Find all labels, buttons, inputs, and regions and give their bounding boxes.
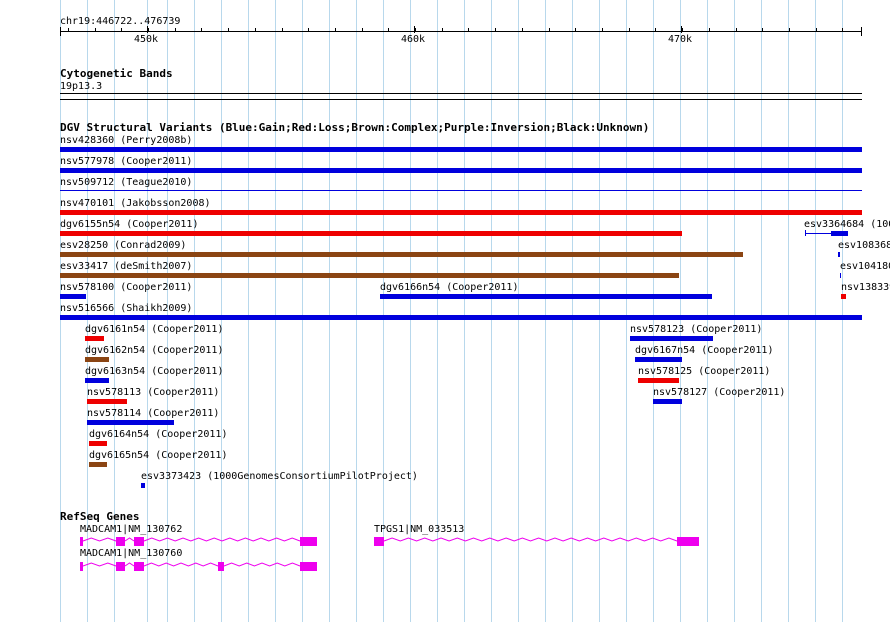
- position-label: chr19:446722..476739: [60, 16, 181, 27]
- variant-bar[interactable]: [89, 441, 107, 446]
- variant-label[interactable]: nsv516566 (Shaikh2009): [60, 303, 192, 314]
- gene-exon[interactable]: [374, 537, 384, 546]
- variant-label[interactable]: nsv578113 (Cooper2011): [87, 387, 219, 398]
- gene-exon[interactable]: [80, 537, 83, 546]
- variant-label[interactable]: nsv578125 (Cooper2011): [638, 366, 770, 377]
- variant-bar[interactable]: [60, 147, 862, 152]
- variant-bar[interactable]: [85, 357, 109, 362]
- gene-intron: [82, 562, 117, 567]
- variant-bar[interactable]: [638, 378, 679, 383]
- dgv-track-title[interactable]: DGV Structural Variants (Blue:Gain;Red:L…: [60, 122, 649, 134]
- variant-label[interactable]: dgv6155n54 (Cooper2011): [60, 219, 198, 230]
- variant-label[interactable]: nsv470101 (Jakobsson2008): [60, 198, 211, 209]
- gene-exon[interactable]: [300, 562, 317, 571]
- variant-label[interactable]: esv3373423 (1000GenomesConsortiumPilotPr…: [141, 471, 418, 482]
- ruler-tick-label: 470k: [668, 34, 693, 45]
- variant-bar[interactable]: [653, 399, 682, 404]
- variant-label[interactable]: nsv138339: [841, 282, 890, 293]
- ruler-tick-label: 450k: [134, 34, 159, 45]
- gene-exon[interactable]: [134, 537, 144, 546]
- variant-bar[interactable]: [630, 336, 713, 341]
- variant-bar[interactable]: [89, 462, 107, 467]
- variant-bar[interactable]: [635, 357, 682, 362]
- variant-label[interactable]: nsv578127 (Cooper2011): [653, 387, 785, 398]
- gene-exon[interactable]: [116, 562, 125, 571]
- gene-intron: [383, 537, 678, 542]
- variant-label[interactable]: nsv578100 (Cooper2011): [60, 282, 192, 293]
- gene-exon[interactable]: [134, 562, 144, 571]
- gene-exon[interactable]: [218, 562, 224, 571]
- cytoband-label[interactable]: 19p13.3: [60, 81, 102, 92]
- variant-bar[interactable]: [841, 294, 846, 299]
- variant-bar[interactable]: [60, 273, 679, 278]
- gene-exon[interactable]: [677, 537, 699, 546]
- variant-bar[interactable]: [85, 378, 109, 383]
- gene-intron: [143, 562, 219, 567]
- variant-label[interactable]: dgv6167n54 (Cooper2011): [635, 345, 773, 356]
- variant-label[interactable]: dgv6161n54 (Cooper2011): [85, 324, 223, 335]
- gene-exon[interactable]: [116, 537, 125, 546]
- variant-label[interactable]: nsv578123 (Cooper2011): [630, 324, 762, 335]
- variant-bar[interactable]: [380, 294, 712, 299]
- variant-bar[interactable]: [831, 231, 848, 236]
- gene-label[interactable]: MADCAM1|NM_130760: [80, 548, 182, 559]
- gene-intron: [124, 537, 135, 542]
- variant-label[interactable]: esv3364684 (100: [804, 219, 890, 230]
- refseq-track-title[interactable]: RefSeq Genes: [60, 511, 139, 523]
- variant-bar[interactable]: [838, 252, 840, 257]
- variant-bar[interactable]: [60, 210, 862, 215]
- gene-label[interactable]: MADCAM1|NM_130762: [80, 524, 182, 535]
- variant-bar[interactable]: [840, 273, 841, 278]
- variant-bar[interactable]: [60, 252, 743, 257]
- variant-bar[interactable]: [60, 231, 682, 236]
- variant-bar[interactable]: [85, 336, 104, 341]
- variant-label[interactable]: esv104180: [840, 261, 890, 272]
- variant-label[interactable]: esv28250 (Conrad2009): [60, 240, 186, 251]
- variant-bar[interactable]: [60, 315, 862, 320]
- variant-bar[interactable]: [60, 294, 86, 299]
- variant-label[interactable]: dgv6165n54 (Cooper2011): [89, 450, 227, 461]
- variant-label[interactable]: nsv509712 (Teague2010): [60, 177, 192, 188]
- variant-label[interactable]: dgv6164n54 (Cooper2011): [89, 429, 227, 440]
- gene-exon[interactable]: [80, 562, 83, 571]
- variant-label[interactable]: esv108368: [838, 240, 890, 251]
- gene-intron: [82, 537, 117, 542]
- variant-bar[interactable]: [87, 399, 127, 404]
- variant-label[interactable]: dgv6163n54 (Cooper2011): [85, 366, 223, 377]
- variant-bar[interactable]: [60, 190, 862, 191]
- variant-bar[interactable]: [60, 168, 862, 173]
- variant-bar[interactable]: [141, 483, 145, 488]
- variant-bar[interactable]: [87, 420, 174, 425]
- variant-label[interactable]: dgv6162n54 (Cooper2011): [85, 345, 223, 356]
- gene-exon[interactable]: [300, 537, 317, 546]
- cytoband-track-title[interactable]: Cytogenetic Bands: [60, 68, 173, 80]
- ruler-tick-label: 460k: [401, 34, 426, 45]
- variant-label[interactable]: dgv6166n54 (Cooper2011): [380, 282, 518, 293]
- variant-label[interactable]: nsv577978 (Cooper2011): [60, 156, 192, 167]
- variant-label[interactable]: nsv578114 (Cooper2011): [87, 408, 219, 419]
- gene-intron: [223, 562, 301, 567]
- variant-label[interactable]: esv33417 (deSmith2007): [60, 261, 192, 272]
- variant-label[interactable]: nsv428360 (Perry2008b): [60, 135, 192, 146]
- gene-intron: [143, 537, 301, 542]
- gene-intron: [124, 562, 135, 567]
- gene-label[interactable]: TPGS1|NM_033513: [374, 524, 464, 535]
